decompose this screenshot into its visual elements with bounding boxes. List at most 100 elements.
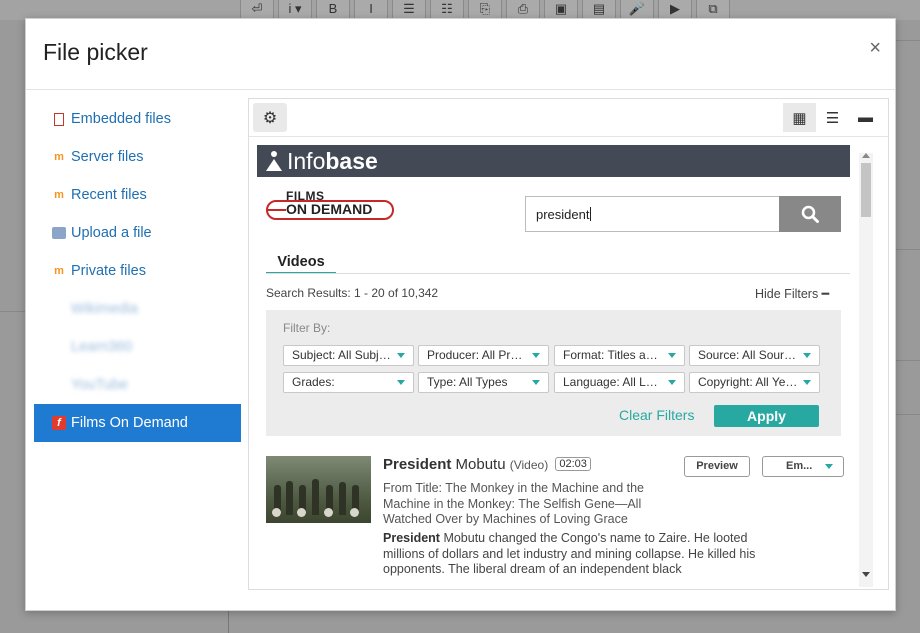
dialog-title: File picker [43, 39, 148, 65]
infobase-logo-icon [265, 151, 283, 171]
learn360-icon [52, 340, 66, 354]
list-view-button[interactable]: ☰ [816, 103, 849, 132]
format-filter-select[interactable]: Format: Titles and Segments [554, 345, 685, 366]
close-icon[interactable]: × [869, 37, 881, 60]
chevron-down-icon [532, 380, 540, 385]
sidebar-item-embedded-files[interactable]: Embedded files [34, 100, 241, 138]
search-icon [801, 205, 819, 223]
producer-filter-select[interactable]: Producer: All Producers [418, 345, 549, 366]
scroll-up-arrow [862, 153, 870, 158]
sidebar-item-recent-files[interactable]: m Recent files [34, 176, 241, 214]
tree-view-button[interactable]: ▬ [849, 103, 882, 132]
clear-filters-link[interactable]: Clear Filters [619, 407, 694, 423]
file-picker-dialog: File picker × Embedded files m Server fi… [25, 18, 896, 611]
moodle-icon: m [54, 189, 64, 201]
editor-toolbar-button: ☷ [430, 0, 464, 20]
editor-toolbar-button: ▤ [582, 0, 616, 20]
editor-toolbar-button: ⧉ [696, 0, 730, 20]
editor-toolbar-button: ⎘ [468, 0, 502, 20]
scroll-down-arrow [862, 572, 870, 577]
file-icon [54, 112, 64, 126]
sidebar-item-youtube[interactable]: YouTube [34, 366, 241, 404]
settings-button[interactable]: ⚙ [253, 103, 287, 132]
repository-panel: ⚙ ▦ ☰ ▬ Info base FILMS ON DEMAND preside… [248, 98, 889, 590]
folder-icon: ▬ [858, 109, 873, 126]
wikimedia-icon [52, 302, 66, 316]
sidebar-item-wikimedia[interactable]: Wikimedia [34, 290, 241, 328]
view-switcher: ▦ ☰ ▬ [783, 103, 882, 132]
duration-badge: 02:03 [555, 457, 591, 471]
sidebar-item-label: Learn360 [71, 339, 133, 355]
sidebar-item-private-files[interactable]: m Private files [34, 252, 241, 290]
sidebar-item-label: Private files [71, 263, 146, 279]
dialog-header: File picker × [26, 19, 895, 90]
sidebar-item-label: Embedded files [71, 111, 171, 127]
editor-toolbar-button: I [354, 0, 388, 20]
result-source-title: From Title: The Monkey in the Machine an… [383, 481, 645, 526]
source-filter-select[interactable]: Source: All Sources [689, 345, 820, 366]
chevron-down-icon [397, 380, 405, 385]
background-panel [0, 290, 26, 312]
apply-filters-button[interactable]: Apply [714, 405, 819, 427]
moodle-icon: m [54, 265, 64, 277]
sidebar-item-server-files[interactable]: m Server files [34, 138, 241, 176]
search-button[interactable] [779, 196, 841, 232]
sidebar-item-films-on-demand[interactable]: f Films On Demand [34, 404, 241, 442]
chevron-down-icon [825, 464, 833, 469]
sidebar-item-label: Wikimedia [71, 301, 138, 317]
films-on-demand-icon: f [52, 416, 66, 430]
sidebar-item-label: YouTube [71, 377, 128, 393]
films-on-demand-logo: FILMS ON DEMAND [266, 189, 394, 222]
editor-toolbar-button: ⎙ [506, 0, 540, 20]
scroll-thumb [861, 163, 871, 217]
hide-filters-link[interactable]: Hide Filters ━ [755, 286, 829, 301]
infobase-brand-light: Info [287, 147, 326, 174]
editor-toolbar-button: ▣ [544, 0, 578, 20]
sidebar-item-label: Upload a file [71, 225, 152, 241]
filter-by-label: Filter By: [283, 321, 331, 335]
result-description: President Mobutu changed the Congo's nam… [383, 531, 756, 576]
preview-button[interactable]: Preview [684, 456, 750, 477]
grid-icon: ▦ [792, 109, 807, 127]
result-title[interactable]: President Mobutu (Video) 02:03 [383, 456, 591, 473]
panel-toolbar: ⚙ ▦ ☰ ▬ [249, 99, 888, 137]
sidebar-item-upload-file[interactable]: Upload a file [34, 214, 241, 252]
subject-filter-select[interactable]: Subject: All Subjects [283, 345, 414, 366]
grades-filter-select[interactable]: Grades: [283, 372, 414, 393]
youtube-icon [52, 378, 66, 392]
chevron-down-icon [668, 353, 676, 358]
embed-dropdown-button[interactable]: Em... [762, 456, 844, 477]
infobase-header: Info base [257, 145, 850, 177]
chevron-down-icon [668, 380, 676, 385]
chevron-down-icon [803, 353, 811, 358]
search-input[interactable]: president [525, 196, 779, 232]
editor-toolbar: ⏎ i ▾ B I ☰ ☷ ⎘ ⎙ ▣ ▤ 🎤 ▶ ⧉ [240, 0, 730, 20]
chevron-down-icon [532, 353, 540, 358]
chevron-down-icon [803, 380, 811, 385]
gear-icon: ⚙ [262, 109, 278, 127]
results-summary: Search Results: 1 - 20 of 10,342 [266, 286, 439, 300]
content-scrollbar[interactable] [859, 153, 873, 587]
icons-view-button[interactable]: ▦ [783, 103, 816, 132]
upload-icon [52, 227, 66, 239]
moodle-icon: m [54, 151, 64, 163]
tab-divider [266, 273, 850, 274]
editor-toolbar-button: ☰ [392, 0, 426, 20]
video-thumbnail[interactable] [266, 456, 371, 523]
sidebar-item-label: Recent files [71, 187, 147, 203]
type-filter-select[interactable]: Type: All Types [418, 372, 549, 393]
tab-videos[interactable]: Videos [266, 254, 336, 274]
films-on-demand-frame: Info base FILMS ON DEMAND president Video… [257, 145, 873, 587]
editor-toolbar-button: 🎤 [620, 0, 654, 20]
editor-toolbar-button: B [316, 0, 350, 20]
editor-toolbar-button: ▶ [658, 0, 692, 20]
list-icon: ☰ [825, 109, 840, 127]
editor-toolbar-button: ⏎ [240, 0, 274, 20]
language-filter-select[interactable]: Language: All Languages [554, 372, 685, 393]
repository-sidebar: Embedded files m Server files m Recent f… [34, 100, 241, 442]
copyright-filter-select[interactable]: Copyright: All Years [689, 372, 820, 393]
infobase-brand-bold: base [325, 147, 378, 174]
sidebar-item-learn360[interactable]: Learn360 [34, 328, 241, 366]
sidebar-item-label: Server files [71, 149, 144, 165]
sidebar-item-label: Films On Demand [71, 415, 188, 431]
